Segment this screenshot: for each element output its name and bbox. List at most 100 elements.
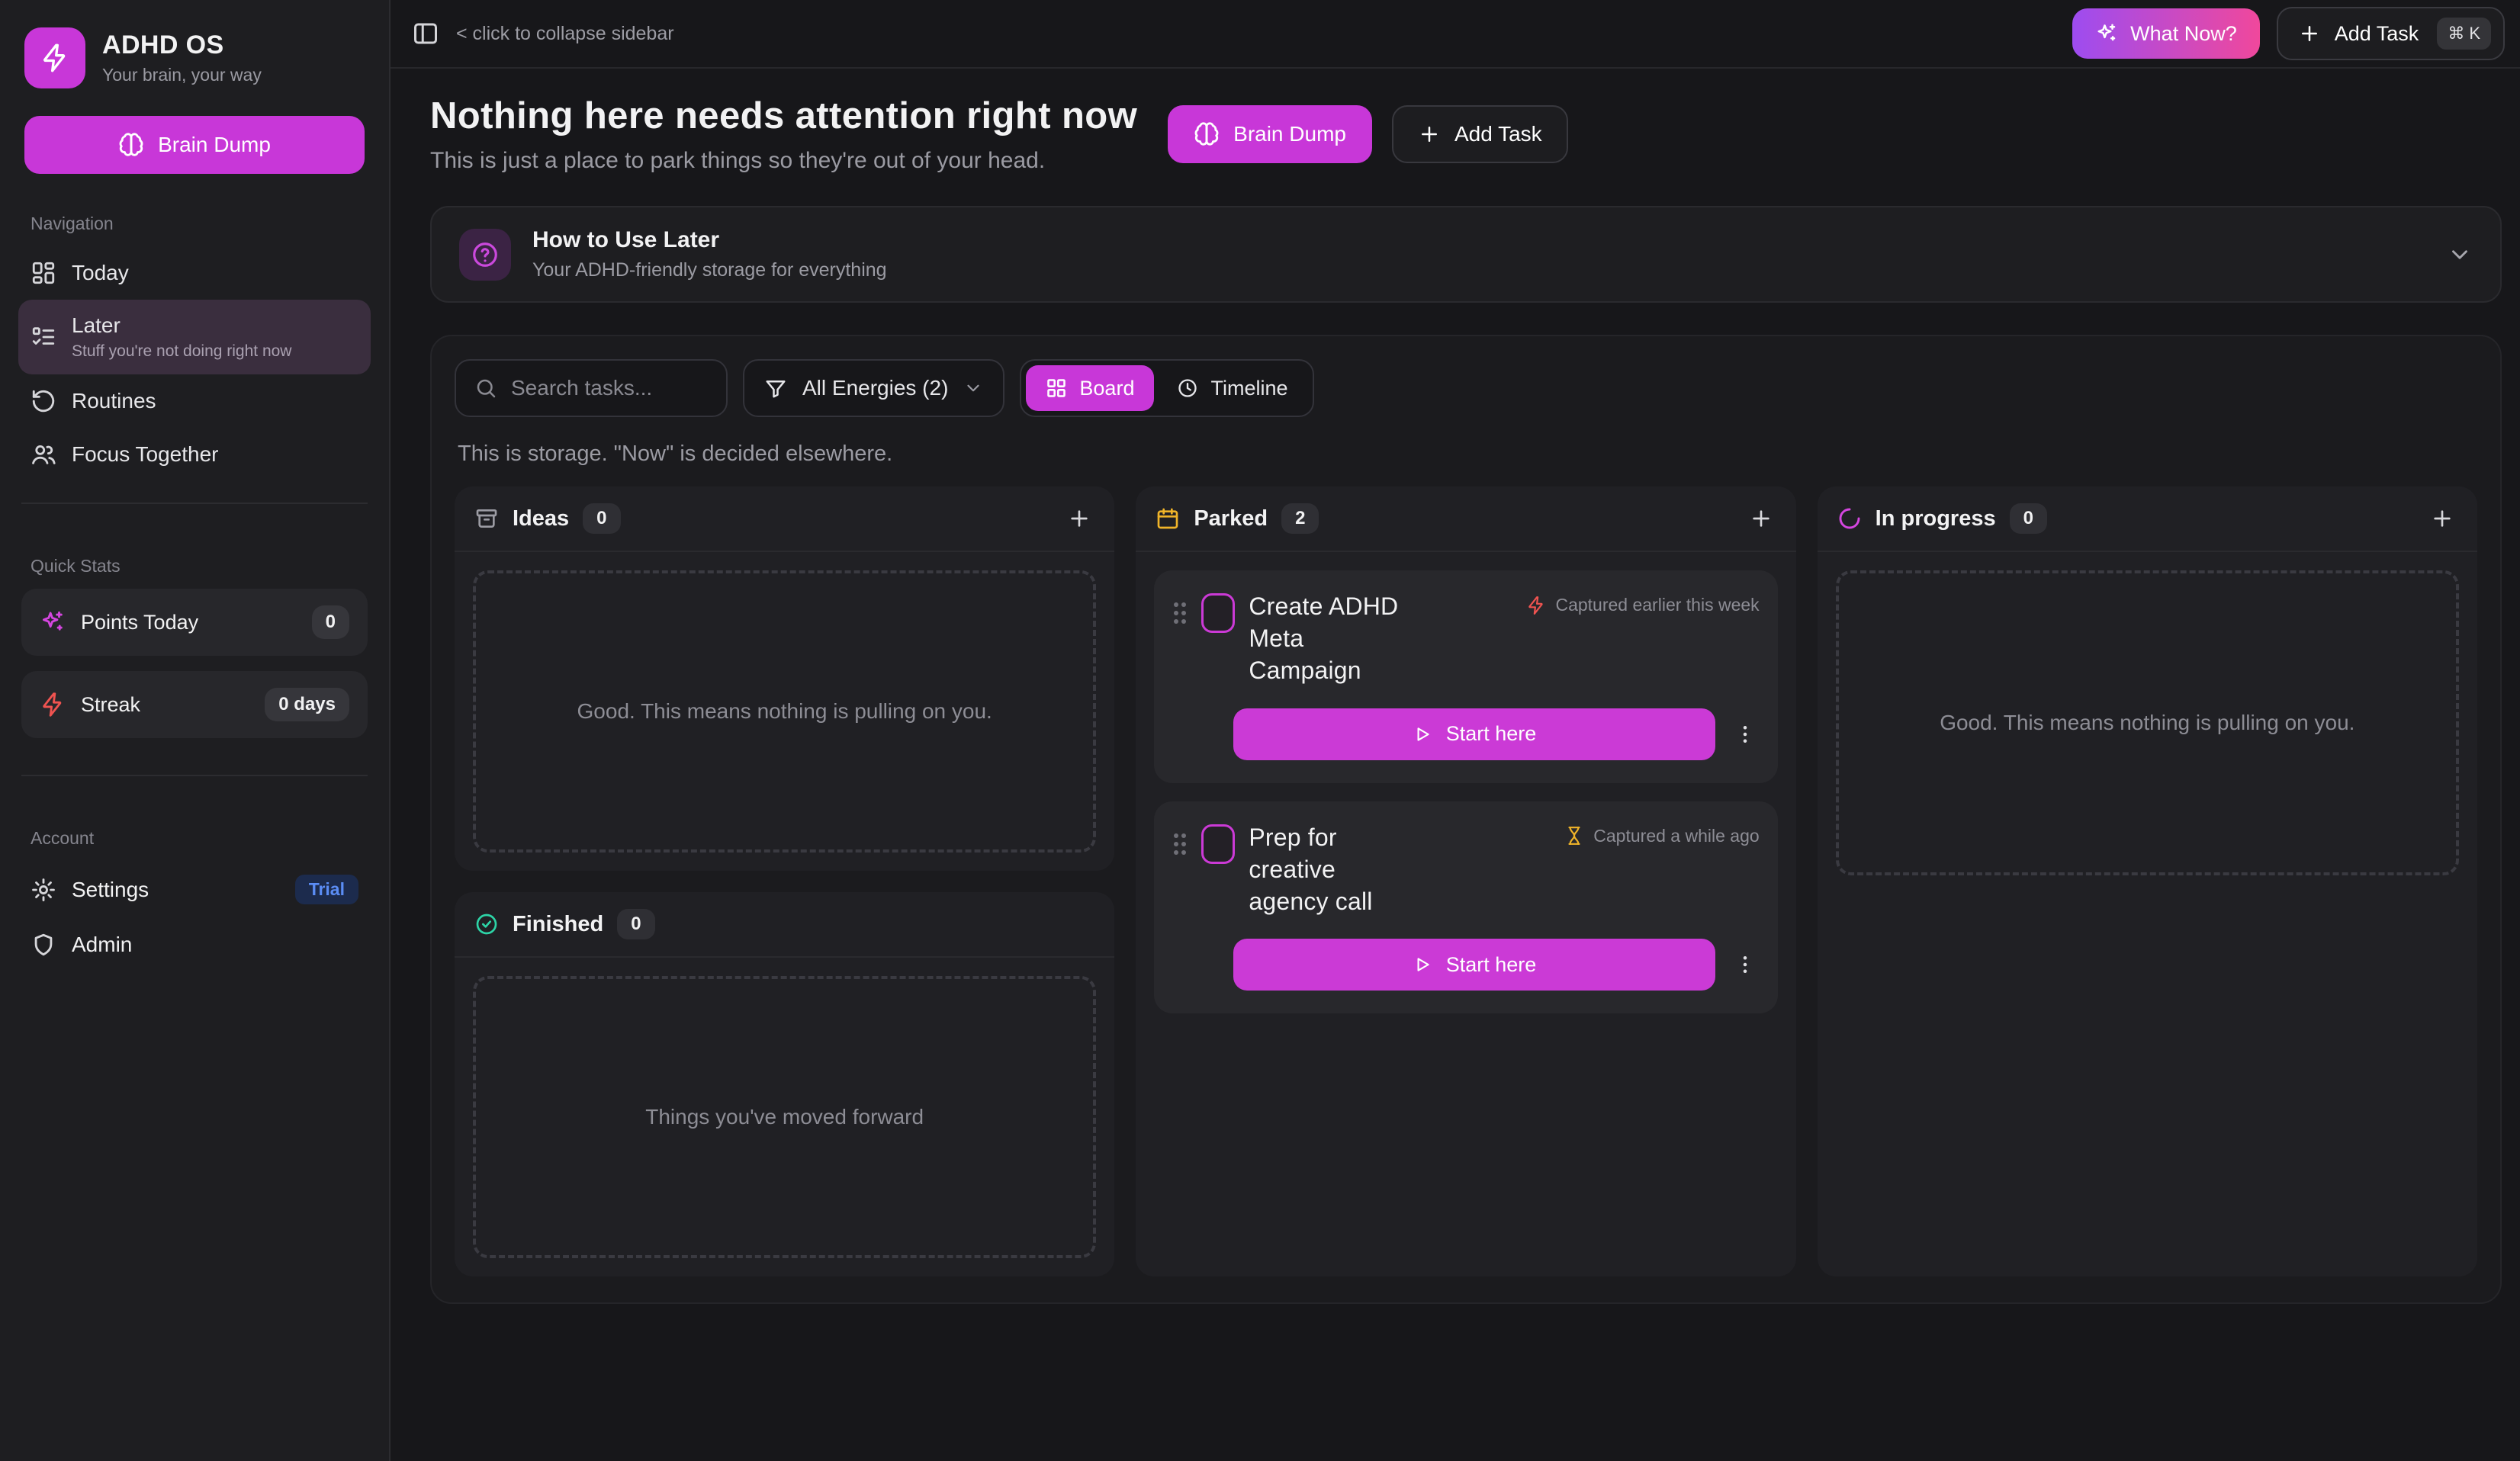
empty-drop-zone: Things you've moved forward bbox=[473, 976, 1096, 1258]
task-card[interactable]: Prep for creative agency call Captured a… bbox=[1154, 801, 1777, 1014]
brain-dump-button[interactable]: Brain Dump bbox=[24, 116, 365, 174]
captured-label: Captured a while ago bbox=[1593, 826, 1759, 846]
empty-state-text: Things you've moved forward bbox=[645, 1105, 924, 1129]
users-icon bbox=[31, 442, 56, 467]
column-count: 2 bbox=[1281, 503, 1319, 534]
tab-timeline-view[interactable]: Timeline bbox=[1157, 365, 1307, 411]
plus-icon bbox=[1418, 123, 1441, 146]
view-toggle: Board Timeline bbox=[1020, 359, 1313, 417]
panel-left-icon[interactable] bbox=[412, 20, 439, 47]
zap-logo-icon bbox=[24, 27, 85, 88]
column-title: Parked bbox=[1194, 506, 1268, 531]
chevron-down-icon[interactable] bbox=[2447, 242, 2473, 268]
brain-dump-button[interactable]: Brain Dump bbox=[1168, 105, 1372, 163]
play-icon bbox=[1413, 724, 1432, 744]
column-title: Finished bbox=[513, 912, 603, 937]
sparkles-icon bbox=[2095, 22, 2118, 45]
task-checkbox[interactable] bbox=[1201, 824, 1235, 864]
app-window: ADHD OS Your brain, your way Brain Dump … bbox=[0, 0, 2520, 1461]
page-title: Nothing here needs attention right now bbox=[430, 95, 1137, 137]
column-ideas: Ideas 0 Good. This means nothing is pull… bbox=[455, 486, 1114, 871]
page-header: Nothing here needs attention right now T… bbox=[430, 95, 2502, 174]
empty-drop-zone: Good. This means nothing is pulling on y… bbox=[1836, 570, 2459, 875]
sparkles-icon bbox=[40, 609, 66, 635]
start-here-button[interactable]: Start here bbox=[1233, 708, 1715, 760]
search-icon bbox=[474, 377, 497, 400]
drag-handle-icon[interactable] bbox=[1172, 832, 1188, 856]
help-circle-icon bbox=[459, 229, 511, 281]
gear-icon bbox=[31, 877, 56, 903]
add-to-column-button[interactable] bbox=[2427, 503, 2457, 534]
energy-filter-dropdown[interactable]: All Energies (2) bbox=[743, 359, 1004, 417]
sidebar-item-focus-together[interactable]: Focus Together bbox=[18, 428, 371, 481]
add-task-button[interactable]: Add Task ⌘ K bbox=[2277, 7, 2505, 60]
brain-icon bbox=[118, 132, 144, 158]
column-count: 0 bbox=[2010, 503, 2047, 534]
brain-icon bbox=[1194, 121, 1220, 147]
column-title: In progress bbox=[1876, 506, 1996, 531]
empty-drop-zone: Good. This means nothing is pulling on y… bbox=[473, 570, 1096, 853]
sidebar-item-routines[interactable]: Routines bbox=[18, 374, 371, 428]
drag-handle-icon[interactable] bbox=[1172, 601, 1188, 625]
stat-value: 0 days bbox=[265, 688, 349, 721]
archive-icon bbox=[474, 506, 499, 531]
task-title: Prep for creative agency call bbox=[1249, 821, 1407, 918]
nav-sublabel: Stuff you're not doing right now bbox=[72, 342, 291, 361]
task-checkbox[interactable] bbox=[1201, 593, 1235, 633]
plus-icon bbox=[2298, 22, 2321, 45]
empty-state-text: Good. This means nothing is pulling on y… bbox=[1940, 711, 2354, 735]
sidebar: ADHD OS Your brain, your way Brain Dump … bbox=[0, 0, 391, 1461]
column-in-progress: In progress 0 Good. This means nothing i… bbox=[1818, 486, 2477, 1276]
task-title: Create ADHD Meta Campaign bbox=[1249, 590, 1407, 687]
start-here-button[interactable]: Start here bbox=[1233, 939, 1715, 991]
board-columns: Ideas 0 Good. This means nothing is pull… bbox=[455, 486, 2477, 1276]
main-area: < click to collapse sidebar What Now? Ad… bbox=[391, 0, 2520, 1461]
banner-subtitle: Your ADHD-friendly storage for everythin… bbox=[532, 259, 887, 281]
stats-section-label: Quick Stats bbox=[31, 556, 358, 576]
add-to-column-button[interactable] bbox=[1064, 503, 1094, 534]
funnel-icon bbox=[764, 377, 787, 400]
tab-board-view[interactable]: Board bbox=[1026, 365, 1154, 411]
sidebar-item-today[interactable]: Today bbox=[18, 246, 371, 300]
shield-icon bbox=[31, 932, 56, 958]
column-count: 0 bbox=[617, 909, 654, 939]
banner-title: How to Use Later bbox=[532, 227, 887, 253]
stat-label: Points Today bbox=[81, 611, 297, 634]
add-to-column-button[interactable] bbox=[1746, 503, 1776, 534]
sidebar-item-later[interactable]: Later Stuff you're not doing right now bbox=[18, 300, 371, 374]
account-section-label: Account bbox=[31, 828, 358, 849]
search-input[interactable] bbox=[511, 376, 708, 400]
column-title: Ideas bbox=[513, 506, 569, 531]
search-input-wrapper bbox=[455, 359, 728, 417]
rotate-icon bbox=[31, 388, 56, 414]
page-subtitle: This is just a place to park things so t… bbox=[430, 148, 1137, 174]
grid-icon bbox=[1046, 377, 1067, 399]
task-menu-icon[interactable] bbox=[1731, 950, 1760, 979]
board-controls: All Energies (2) Board bbox=[455, 359, 2477, 417]
zap-icon bbox=[40, 692, 66, 718]
sidebar-item-admin[interactable]: Admin bbox=[18, 918, 371, 971]
play-icon bbox=[1413, 955, 1432, 975]
loader-icon bbox=[1837, 506, 1862, 531]
what-now-button[interactable]: What Now? bbox=[2072, 8, 2260, 59]
calendar-icon bbox=[1156, 506, 1180, 531]
captured-label: Captured earlier this week bbox=[1555, 595, 1759, 615]
stat-label: Streak bbox=[81, 693, 249, 717]
points-today-stat: Points Today 0 bbox=[21, 589, 368, 656]
how-to-use-banner[interactable]: How to Use Later Your ADHD-friendly stor… bbox=[430, 206, 2502, 303]
app-logo-row: ADHD OS Your brain, your way bbox=[18, 21, 371, 88]
check-circle-icon bbox=[474, 912, 499, 936]
column-finished: Finished 0 Things you've moved forward bbox=[455, 892, 1114, 1276]
app-tagline: Your brain, your way bbox=[102, 65, 262, 85]
add-task-button[interactable]: Add Task bbox=[1392, 105, 1568, 163]
command-icon: ⌘ bbox=[2448, 24, 2464, 43]
collapse-sidebar-hint[interactable]: < click to collapse sidebar bbox=[456, 23, 674, 45]
sidebar-divider bbox=[21, 503, 368, 504]
dashboard-icon bbox=[31, 260, 56, 286]
task-card[interactable]: Create ADHD Meta Campaign Captured earli… bbox=[1154, 570, 1777, 783]
sidebar-item-settings[interactable]: Settings Trial bbox=[18, 861, 371, 918]
task-menu-icon[interactable] bbox=[1731, 720, 1760, 749]
stat-value: 0 bbox=[312, 605, 349, 639]
board-container: All Energies (2) Board bbox=[430, 335, 2502, 1304]
storage-hint: This is storage. "Now" is decided elsewh… bbox=[458, 442, 2474, 467]
